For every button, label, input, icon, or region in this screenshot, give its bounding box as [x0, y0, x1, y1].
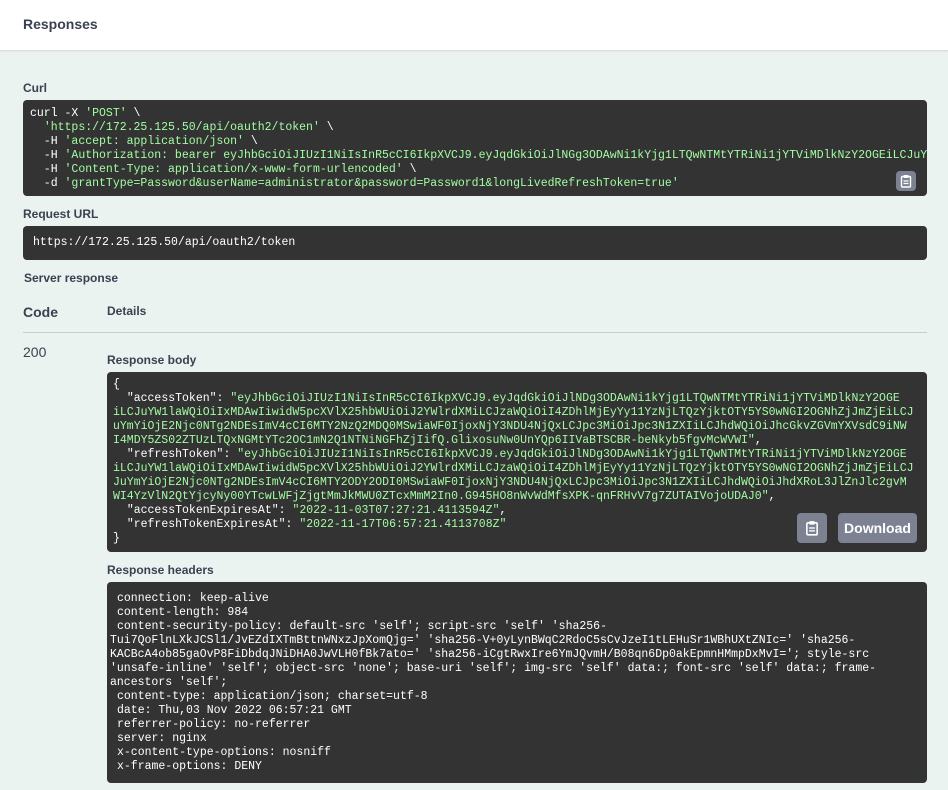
- request-url-value: https://172.25.125.50/api/oauth2/token: [33, 236, 296, 249]
- curl-command: curl -X 'POST' \ 'https://172.25.125.50/…: [30, 107, 927, 190]
- response-headers-text: connection: keep-alive content-length: 9…: [110, 592, 877, 773]
- response-headers-block[interactable]: connection: keep-alive content-length: 9…: [107, 582, 927, 783]
- request-url-block[interactable]: https://172.25.125.50/api/oauth2/token: [23, 226, 927, 260]
- response-body-label: Response body: [107, 353, 197, 367]
- response-table-header: Code Details: [23, 300, 927, 333]
- response-code: 200: [23, 344, 47, 360]
- copy-response-button[interactable]: [797, 513, 827, 543]
- clipboard-icon: [806, 521, 818, 536]
- response-body-block[interactable]: { "accessToken": "eyJhbGciOiJIUzI1NiIsIn…: [107, 372, 927, 552]
- request-url-label: Request URL: [23, 207, 99, 221]
- curl-code-block[interactable]: curl -X 'POST' \ 'https://172.25.125.50/…: [23, 100, 927, 196]
- curl-label: Curl: [23, 81, 47, 95]
- copy-curl-button[interactable]: [896, 171, 916, 191]
- responses-header: Responses: [0, 0, 948, 50]
- download-button[interactable]: Download: [838, 513, 917, 543]
- clipboard-icon: [900, 175, 912, 188]
- responses-title: Responses: [23, 16, 98, 32]
- server-response-label: Server response: [24, 271, 119, 285]
- code-column-header: Code: [23, 304, 58, 320]
- details-column-header: Details: [107, 304, 147, 318]
- response-headers-label: Response headers: [107, 563, 214, 577]
